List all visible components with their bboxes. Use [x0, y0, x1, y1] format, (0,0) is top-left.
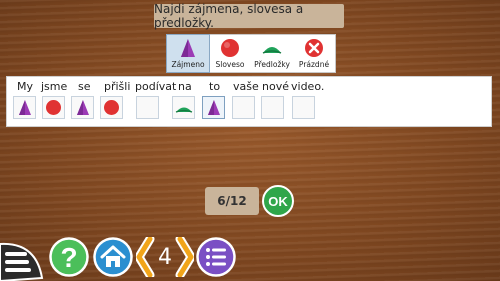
- help-button[interactable]: ?: [49, 237, 89, 277]
- word-my: My: [17, 80, 34, 93]
- circle-icon: [46, 100, 61, 115]
- list-button[interactable]: [196, 237, 236, 277]
- triangle-icon: [181, 39, 195, 57]
- chevron-right-icon: [177, 237, 194, 277]
- legend-item-zajmeno[interactable]: Zájmeno: [166, 34, 210, 73]
- answer-box[interactable]: [292, 96, 315, 119]
- word-podivat: podívat: [135, 80, 177, 93]
- help-icon: ?: [60, 242, 77, 273]
- legend-item-predlozky[interactable]: Předložky: [251, 35, 293, 72]
- progress-label: 6/12: [217, 194, 247, 208]
- word-video: video.: [291, 80, 325, 93]
- answer-box[interactable]: [42, 96, 65, 119]
- circle-icon: [104, 100, 119, 115]
- answer-box[interactable]: [71, 96, 94, 119]
- word-jsme: jsme: [41, 80, 68, 93]
- answer-box[interactable]: [232, 96, 255, 119]
- answer-box-active[interactable]: [202, 96, 225, 119]
- ok-label: OK: [268, 194, 288, 209]
- triangle-icon: [76, 100, 89, 115]
- answer-box[interactable]: [261, 96, 284, 119]
- prev-page-button[interactable]: [136, 237, 156, 277]
- legend-label-sloveso: Sloveso: [215, 60, 245, 69]
- word-prisli: přišli: [104, 80, 131, 93]
- word-vase: vaše: [233, 80, 259, 93]
- answer-box[interactable]: [136, 96, 159, 119]
- legend-label-predlozky: Předložky: [254, 60, 290, 69]
- legend-label-zajmeno: Zájmeno: [171, 60, 205, 69]
- legend-label-prazdne: Prázdné: [298, 60, 330, 69]
- sentence-panel: My jsme se přišli podívat na to vaše nov…: [6, 76, 492, 127]
- progress-counter: 6/12: [205, 187, 259, 215]
- chevron-left-icon: [136, 237, 153, 277]
- menu-toggle-button[interactable]: [0, 238, 44, 281]
- legend-item-sloveso[interactable]: Sloveso: [209, 35, 251, 72]
- answer-box[interactable]: [100, 96, 123, 119]
- dome-icon: [262, 47, 282, 54]
- triangle-icon: [207, 100, 220, 115]
- next-page-button[interactable]: [174, 237, 194, 277]
- word-to: to: [209, 80, 221, 93]
- dome-icon: [175, 107, 192, 113]
- answer-box[interactable]: [172, 96, 195, 119]
- word-na: na: [178, 80, 192, 93]
- instruction-text: Najdi zájmena, slovesa a předložky.: [154, 2, 304, 30]
- list-icon: [206, 248, 226, 266]
- page-number: 4: [158, 245, 172, 270]
- triangle-icon: [18, 100, 31, 115]
- close-icon: [305, 39, 323, 57]
- circle-icon: [221, 39, 239, 57]
- legend-item-prazdne[interactable]: Prázdné: [293, 35, 335, 72]
- instruction-banner: Najdi zájmena, slovesa a předložky.: [154, 2, 344, 30]
- word-se: se: [78, 80, 91, 93]
- ok-button[interactable]: OK: [262, 185, 294, 217]
- home-button[interactable]: [93, 237, 133, 277]
- word-nove: nové: [262, 80, 289, 93]
- legend-bar: Zájmeno Sloveso Předložky Prázdné: [166, 34, 336, 73]
- answer-box[interactable]: [13, 96, 36, 119]
